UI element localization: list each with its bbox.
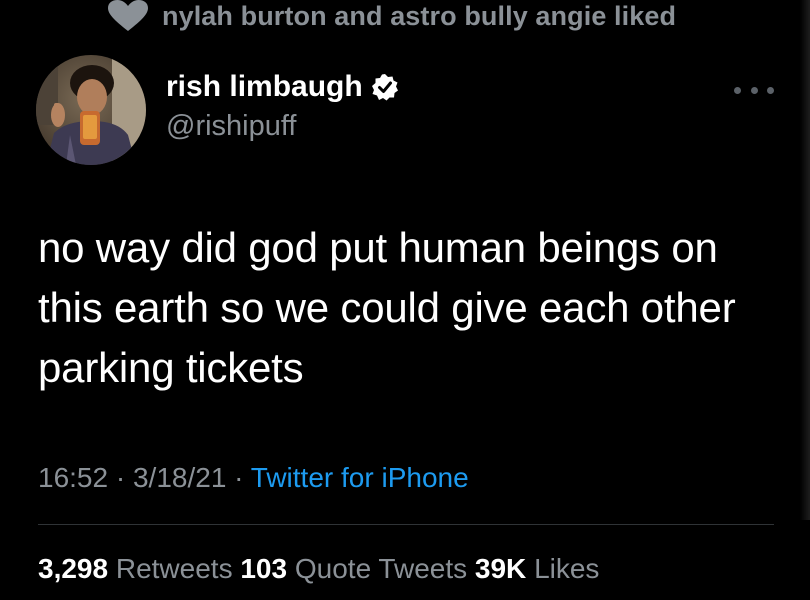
- tweet-time: 16:52: [38, 462, 109, 493]
- divider: [38, 524, 774, 525]
- social-context-text: nylah burton and astro bully angie liked: [162, 0, 677, 31]
- likes-label: Likes: [534, 553, 600, 584]
- avatar[interactable]: [36, 55, 146, 165]
- retweets-stat[interactable]: 3,298 Retweets: [38, 553, 233, 584]
- quote-tweets-count: 103: [240, 553, 288, 584]
- likes-count: 39K: [474, 553, 527, 584]
- author-name-row[interactable]: rish limbaugh: [166, 70, 399, 104]
- tweet-date: 3/18/21: [132, 462, 227, 493]
- retweets-count: 3,298: [38, 553, 109, 584]
- likes-stat[interactable]: 39K Likes: [475, 553, 600, 584]
- more-options-icon[interactable]: [734, 80, 774, 100]
- author-handle[interactable]: @rishipuff: [166, 110, 296, 143]
- meta-separator: ·: [226, 462, 251, 493]
- quote-tweets-stat[interactable]: 103 Quote Tweets: [240, 553, 467, 584]
- tweet-stats: 3,298 Retweets 103 Quote Tweets 39K Like…: [38, 553, 599, 585]
- tweet-source-link[interactable]: Twitter for iPhone: [251, 462, 469, 493]
- heart-icon: [108, 0, 148, 32]
- meta-separator: ·: [108, 462, 133, 493]
- quote-tweets-label: Quote Tweets: [294, 553, 468, 584]
- verified-badge-icon: [371, 73, 399, 101]
- retweets-label: Retweets: [115, 553, 233, 584]
- tweet-text: no way did god put human beings on this …: [38, 224, 736, 391]
- tweet-meta: 16:52 · 3/18/21 · Twitter for iPhone: [38, 462, 469, 494]
- author-name[interactable]: rish limbaugh: [166, 70, 363, 104]
- social-context[interactable]: nylah burton and astro bully angie liked: [108, 0, 676, 32]
- screen-edge: [800, 0, 810, 520]
